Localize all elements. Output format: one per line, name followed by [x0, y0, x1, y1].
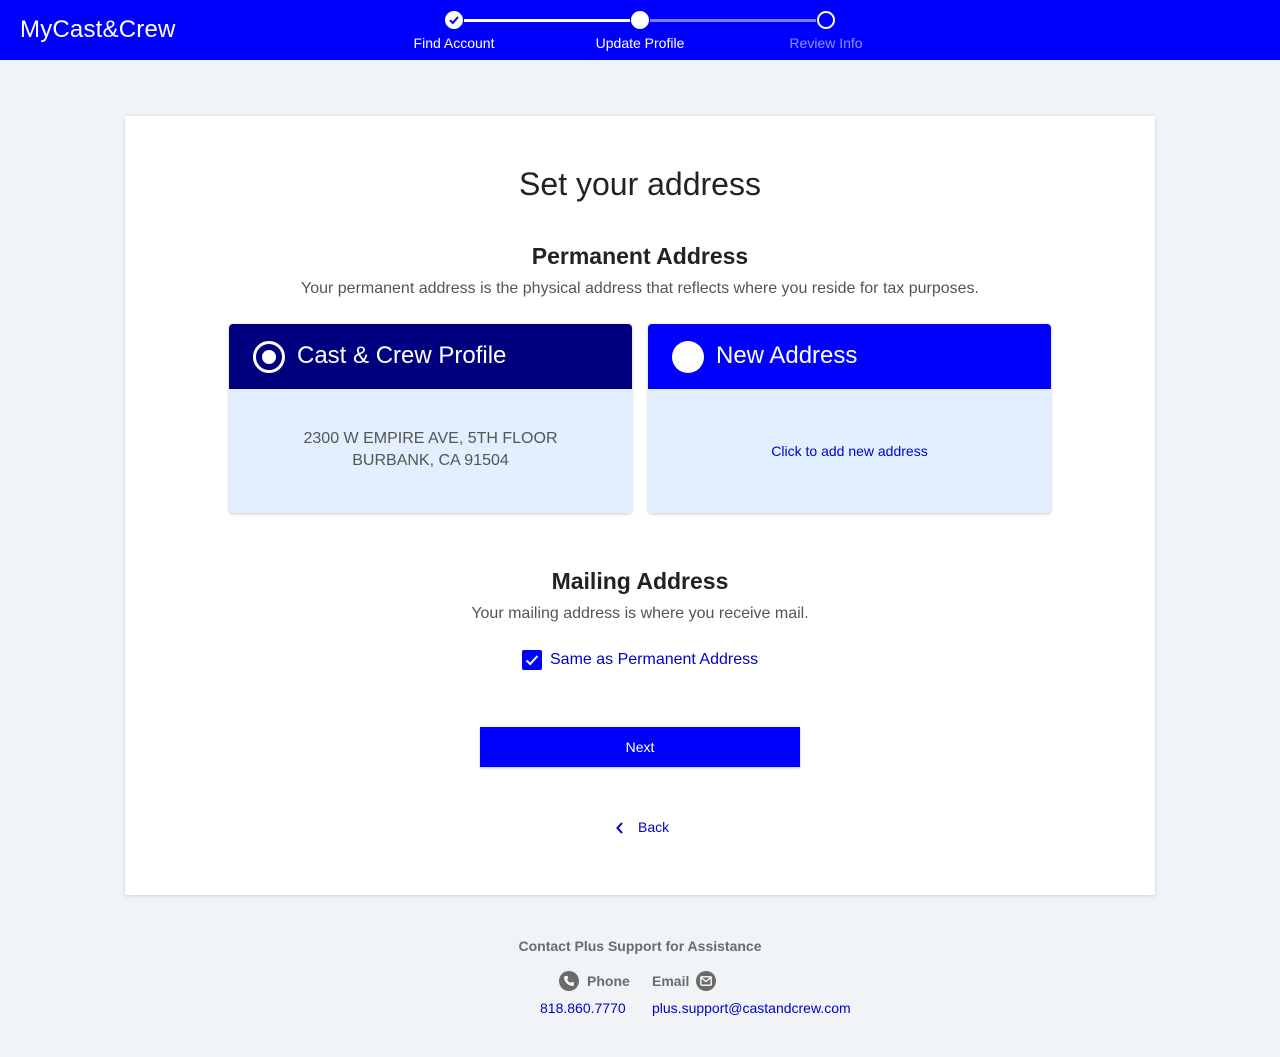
new-option-label: New Address [716, 342, 858, 369]
next-button[interactable]: Next [480, 727, 800, 767]
new-address-option[interactable]: New Address Click to add new address [648, 324, 1051, 513]
add-new-address-link[interactable]: Click to add new address [648, 443, 1051, 459]
checkmark-icon [525, 655, 539, 666]
top-bar: MyCast&Crew Find Account Update Profile … [0, 0, 1280, 60]
envelope-icon [696, 971, 716, 991]
chevron-left-icon [616, 822, 623, 834]
phone-icon [559, 971, 579, 991]
step-review-info-label: Review Info [789, 35, 863, 51]
step-find-account-node [445, 11, 463, 29]
radio-selected-dot [262, 350, 276, 364]
profile-option-body: 2300 W EMPIRE AVE, 5TH FLOOR BURBANK, CA… [229, 389, 632, 513]
profile-address-option[interactable]: Cast & Crew Profile 2300 W EMPIRE AVE, 5… [229, 324, 632, 513]
same-as-permanent-label[interactable]: Same as Permanent Address [550, 651, 758, 669]
support-phone-link[interactable]: 818.860.7770 [540, 1000, 626, 1016]
profile-option-header: Cast & Crew Profile [229, 324, 632, 389]
new-option-header: New Address [648, 324, 1051, 389]
progress-stepper: Find Account Update Profile Review Info [0, 0, 1280, 60]
step-connector-complete [464, 19, 630, 22]
support-heading: Contact Plus Support for Assistance [518, 938, 762, 954]
back-label[interactable]: Back [638, 819, 669, 835]
support-email-link[interactable]: plus.support@castandcrew.com [652, 1000, 851, 1016]
mailing-address-heading: Mailing Address [551, 568, 729, 594]
step-find-account-label: Find Account [413, 35, 495, 51]
address-line-1: 2300 W EMPIRE AVE, 5TH FLOOR [303, 430, 558, 447]
step-review-info-node [817, 11, 835, 29]
step-update-profile-label: Update Profile [595, 35, 685, 51]
same-as-permanent-checkbox[interactable] [522, 650, 542, 670]
step-update-profile-node [631, 11, 649, 29]
email-label: Email [652, 973, 690, 989]
profile-address-text: 2300 W EMPIRE AVE, 5TH FLOOR BURBANK, CA… [229, 428, 632, 472]
address-line-2: BURBANK, CA 91504 [352, 452, 509, 469]
check-icon [449, 16, 459, 25]
page-title: Set your address [519, 166, 761, 202]
profile-option-label: Cast & Crew Profile [297, 342, 507, 369]
profile-option-radio[interactable] [253, 341, 285, 373]
new-option-radio[interactable] [672, 341, 704, 373]
step-connector-pending [650, 19, 816, 22]
mailing-address-description: Your mailing address is where you receiv… [471, 605, 809, 622]
permanent-address-description: Your permanent address is the physical a… [301, 280, 979, 297]
permanent-address-heading: Permanent Address [531, 243, 749, 269]
new-option-body: Click to add new address [648, 389, 1051, 513]
phone-label: Phone [587, 973, 630, 989]
